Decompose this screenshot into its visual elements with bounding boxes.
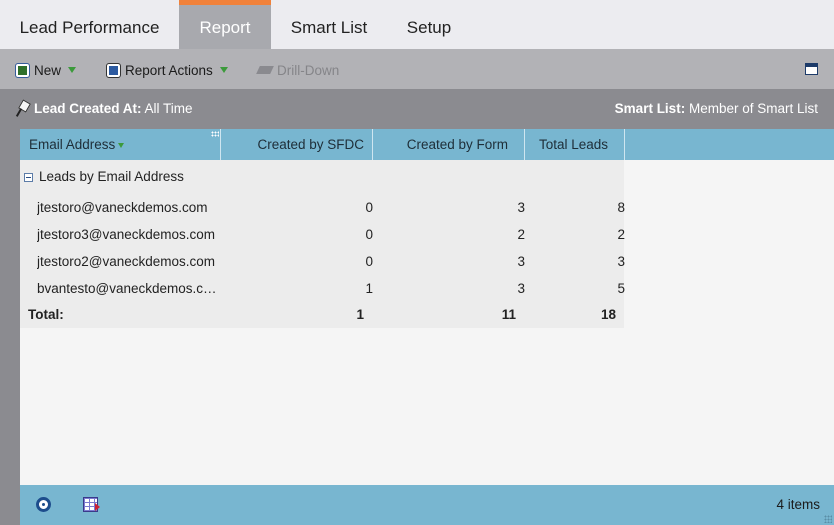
drill-down-icon bbox=[258, 64, 273, 76]
email-cell: bvantesto@vaneckdemos.co... bbox=[37, 281, 221, 296]
drill-down-label: Drill-Down bbox=[277, 62, 340, 78]
form-value: 3 bbox=[517, 281, 525, 296]
chevron-down-icon bbox=[68, 67, 77, 73]
new-icon bbox=[15, 62, 30, 78]
group-label: Leads by Email Address bbox=[39, 169, 184, 184]
report-icon bbox=[106, 62, 121, 78]
total-cell: 3 bbox=[525, 248, 625, 275]
pin-icon[interactable] bbox=[16, 101, 28, 117]
total-cell: 5 bbox=[525, 275, 625, 302]
total-label: Total: bbox=[28, 307, 64, 322]
report-actions-label: Report Actions bbox=[125, 62, 213, 78]
table-row[interactable]: bvantesto@vaneckdemos.co... 1 3 5 bbox=[20, 275, 630, 302]
sfdc-cell: 0 bbox=[221, 194, 373, 221]
grid-body: Leads by Email Address jtestoro@vaneckde… bbox=[20, 160, 625, 328]
sfdc-value: 1 bbox=[365, 281, 373, 296]
column-created-by-form[interactable]: Created by Form bbox=[373, 129, 525, 160]
grid-header: Email Address Created by SFDC Created by… bbox=[20, 129, 834, 160]
total-value: 5 bbox=[617, 281, 625, 296]
email-cell: jtestoro3@vaneckdemos.com bbox=[37, 227, 216, 242]
column-created-by-sfdc[interactable]: Created by SFDC bbox=[221, 129, 373, 160]
total-cell: 8 bbox=[525, 194, 625, 221]
form-value: 3 bbox=[517, 254, 525, 269]
total-form: 11 bbox=[501, 307, 516, 322]
grid-footer: 4 items bbox=[20, 485, 834, 525]
total-value: 3 bbox=[617, 254, 625, 269]
total-leads: 18 bbox=[600, 307, 616, 322]
new-label: New bbox=[34, 62, 62, 78]
smart-list-filter[interactable]: Smart List: Member of Smart List bbox=[615, 101, 818, 116]
items-count: 4 items bbox=[776, 497, 820, 512]
report-grid: Email Address Created by SFDC Created by… bbox=[20, 129, 834, 485]
smart-list-value: Member of Smart List bbox=[688, 101, 818, 116]
tab-bar: Lead Performance Report Smart List Setup bbox=[0, 0, 834, 49]
lead-created-key: Lead Created At: bbox=[34, 101, 142, 116]
email-cell: jtestoro2@vaneckdemos.com bbox=[37, 254, 216, 269]
total-row: Total: 1 11 18 bbox=[20, 302, 624, 328]
sort-icon bbox=[118, 142, 125, 148]
table-row[interactable]: jtestoro3@vaneckdemos.com 0 2 2 bbox=[20, 221, 630, 248]
refresh-icon[interactable] bbox=[36, 497, 51, 512]
form-cell: 2 bbox=[373, 221, 525, 248]
form-cell: 3 bbox=[373, 275, 525, 302]
total-cell: 2 bbox=[525, 221, 625, 248]
collapse-icon[interactable] bbox=[24, 172, 33, 182]
tab-setup[interactable]: Setup bbox=[387, 0, 471, 49]
report-actions-button[interactable]: Report Actions bbox=[106, 60, 228, 80]
export-icon[interactable] bbox=[83, 497, 100, 512]
column-email-address[interactable]: Email Address bbox=[20, 129, 221, 160]
sfdc-cell: 0 bbox=[221, 248, 373, 275]
resize-grip-icon[interactable] bbox=[824, 515, 832, 523]
total-sfdc: 1 bbox=[356, 307, 364, 322]
lead-created-filter[interactable]: Lead Created At: All Time bbox=[34, 101, 193, 116]
form-value: 3 bbox=[517, 200, 525, 215]
tab-report[interactable]: Report bbox=[179, 0, 271, 49]
table-row[interactable]: jtestoro2@vaneckdemos.com 0 3 3 bbox=[20, 248, 630, 275]
sfdc-cell: 1 bbox=[221, 275, 373, 302]
column-total-leads[interactable]: Total Leads bbox=[525, 129, 625, 160]
total-value: 2 bbox=[617, 227, 625, 242]
table-row[interactable]: jtestoro@vaneckdemos.com 0 3 8 bbox=[20, 194, 630, 221]
email-cell: jtestoro@vaneckdemos.com bbox=[37, 200, 208, 215]
tab-lead-performance[interactable]: Lead Performance bbox=[0, 0, 179, 49]
left-strip bbox=[0, 129, 20, 525]
sfdc-value: 0 bbox=[365, 227, 373, 242]
new-button[interactable]: New bbox=[15, 60, 77, 80]
chevron-down-icon bbox=[219, 67, 228, 73]
form-value: 2 bbox=[517, 227, 525, 242]
group-row[interactable]: Leads by Email Address bbox=[20, 160, 184, 194]
sfdc-value: 0 bbox=[365, 200, 373, 215]
column-grip-icon[interactable] bbox=[211, 131, 219, 137]
column-email-address-label: Email Address bbox=[29, 137, 116, 152]
form-cell: 3 bbox=[373, 248, 525, 275]
form-cell: 3 bbox=[373, 194, 525, 221]
tab-smart-list[interactable]: Smart List bbox=[271, 0, 387, 49]
filter-bar: Lead Created At: All Time Smart List: Me… bbox=[0, 89, 834, 129]
sfdc-cell: 0 bbox=[221, 221, 373, 248]
sfdc-value: 0 bbox=[365, 254, 373, 269]
maximize-icon[interactable] bbox=[805, 63, 818, 75]
lead-created-value: All Time bbox=[144, 101, 193, 116]
smart-list-key: Smart List: bbox=[614, 101, 686, 116]
toolbar: New Report Actions Drill-Down bbox=[0, 49, 834, 89]
drill-down-button[interactable]: Drill-Down bbox=[258, 60, 339, 80]
total-value: 8 bbox=[617, 200, 625, 215]
